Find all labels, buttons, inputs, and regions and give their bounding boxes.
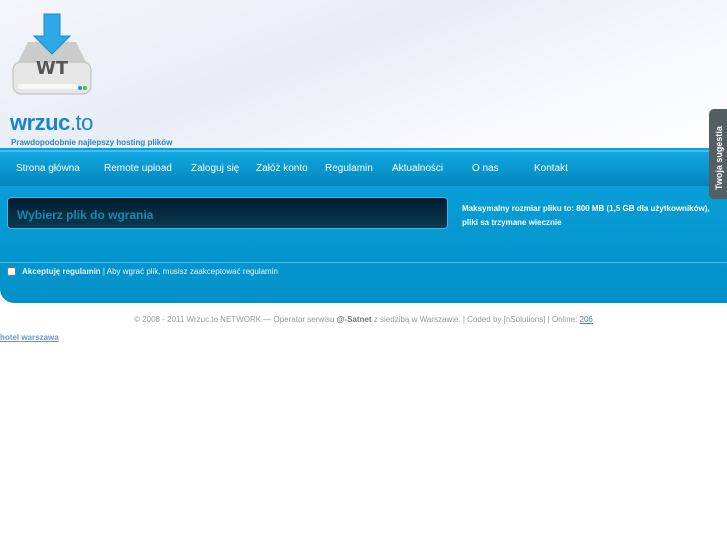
accept-terms-checkbox[interactable] bbox=[7, 267, 16, 277]
header-background bbox=[0, 0, 727, 160]
nav-remote-upload[interactable]: Remote upload bbox=[104, 163, 172, 174]
upload-limit-info: Maksymalny rozmiar pliku to: 800 MB (1,5… bbox=[462, 204, 710, 227]
accept-terms-hint: | Aby wgrać plik, musisz zaakceptować re… bbox=[100, 267, 278, 276]
divider bbox=[0, 262, 727, 263]
online-count-link[interactable]: 206 bbox=[580, 315, 593, 324]
accept-terms-row: Akceptuję regulamin | Aby wgrać plik, mu… bbox=[7, 267, 278, 277]
logo-drive-icon: WT bbox=[12, 13, 92, 95]
nav-terms[interactable]: Regulamin bbox=[325, 163, 373, 174]
suggestion-label: Twoja sugestia bbox=[714, 126, 724, 190]
nav-news[interactable]: Aktualności bbox=[392, 163, 443, 174]
footer-operator: @-Satnet bbox=[336, 315, 372, 324]
svg-text:WT: WT bbox=[36, 58, 69, 79]
footer-credits: z siedzibą w Warszawie. | Coded by [nSol… bbox=[371, 315, 580, 324]
footer-copyright: © 2008 - 2011 Wrzuc.to NETWORK — Operato… bbox=[134, 315, 337, 324]
file-select-button[interactable]: Wybierz plik do wgrania bbox=[7, 197, 448, 229]
nav-about[interactable]: O nas bbox=[472, 163, 499, 174]
hotel-link[interactable]: hotel warszawa bbox=[0, 333, 59, 342]
suggestion-tab[interactable]: Twoja sugestia bbox=[709, 109, 727, 199]
tagline: Prawdopodobnie najlepszy hosting plików bbox=[11, 138, 173, 147]
file-select-label: Wybierz plik do wgrania bbox=[17, 208, 154, 222]
brand-name[interactable]: wrzuc.to bbox=[10, 110, 93, 136]
nav-register[interactable]: Załóż konto bbox=[256, 163, 308, 174]
accept-terms-label[interactable]: Akceptuję regulamin bbox=[22, 267, 101, 276]
footer: © 2008 - 2011 Wrzuc.to NETWORK — Operato… bbox=[0, 315, 727, 324]
nav-home[interactable]: Strona główna bbox=[16, 163, 80, 174]
nav-contact[interactable]: Kontakt bbox=[534, 163, 568, 174]
nav-login[interactable]: Zaloguj się bbox=[191, 163, 239, 174]
main-nav: Strona główna Remote upload Zaloguj się … bbox=[0, 150, 727, 186]
